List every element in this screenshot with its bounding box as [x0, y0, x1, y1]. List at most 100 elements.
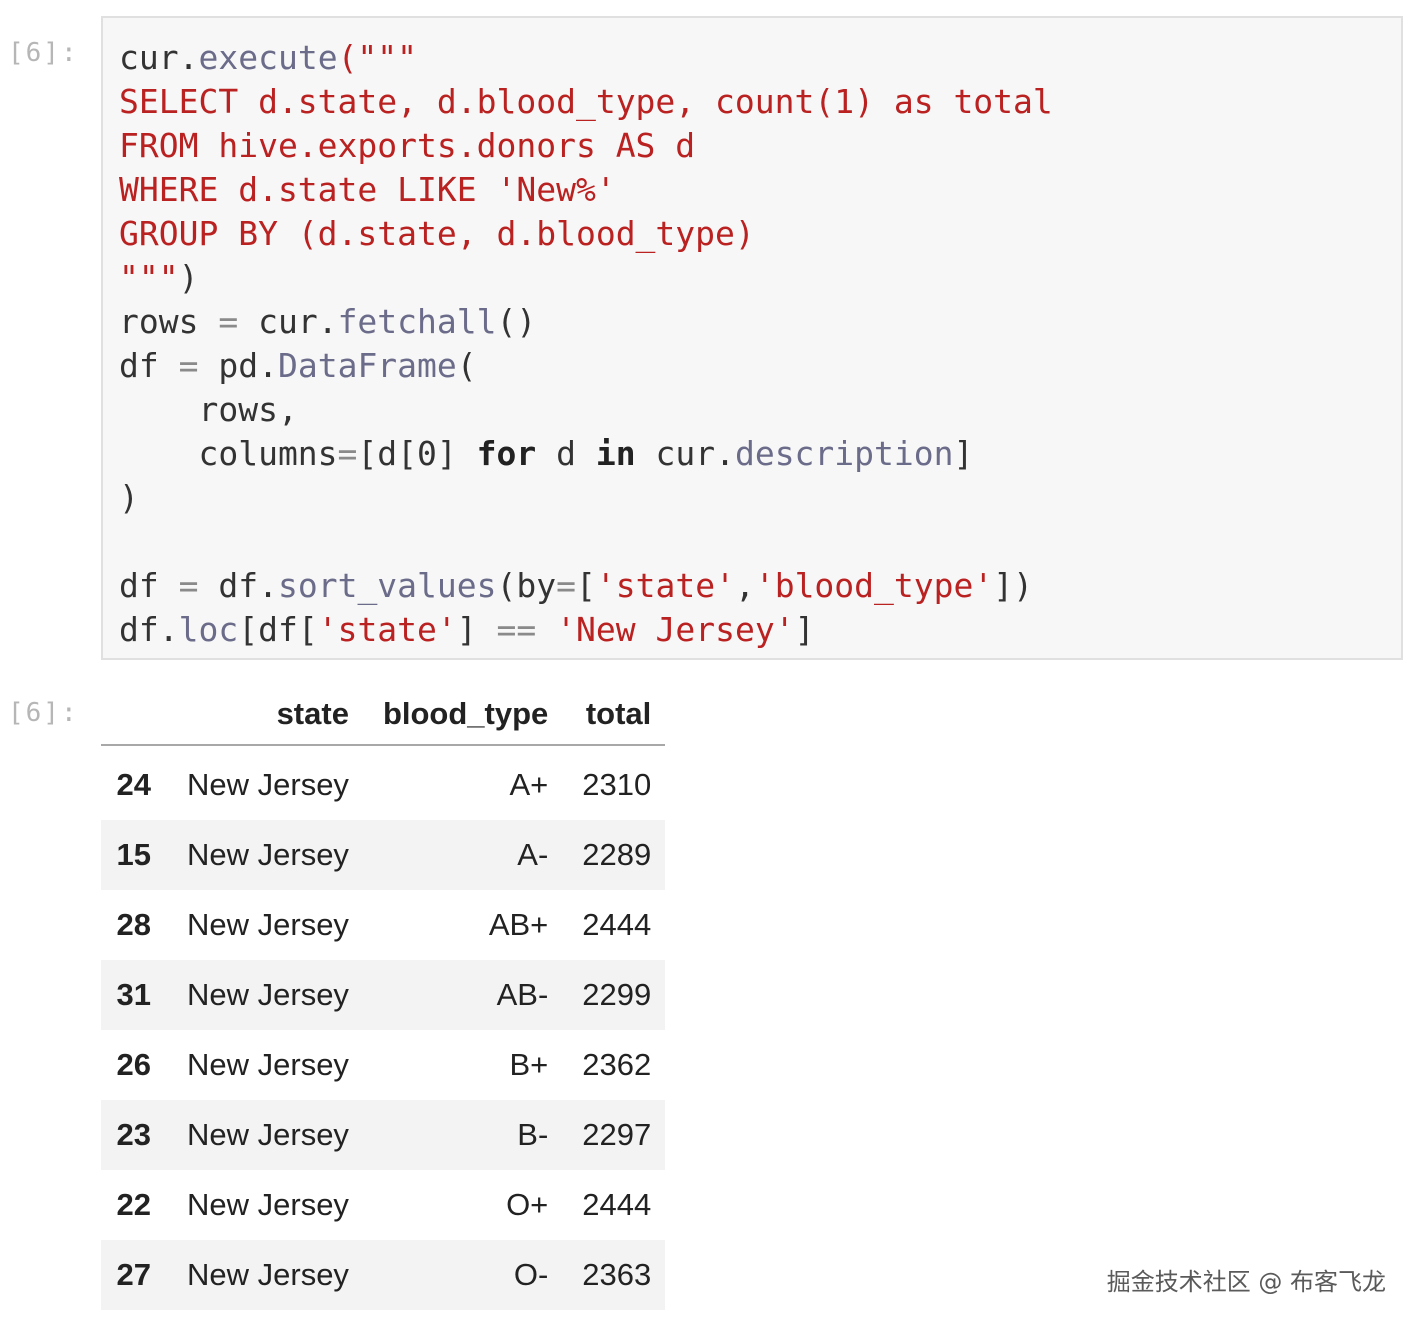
watermark: 掘金技术社区 @ 布客飞龙	[1106, 1268, 1386, 1296]
cell-state: New Jersey	[163, 960, 363, 1030]
row-index: 31	[101, 960, 163, 1030]
code-token: fetchall	[337, 302, 497, 341]
output-prompt: [6]:	[8, 698, 79, 728]
table-row: 31 New Jersey AB- 2299	[101, 960, 666, 1030]
code-line: rows = cur.fetchall()	[119, 300, 1053, 344]
table-row: 22 New Jersey O+ 2444	[101, 1170, 665, 1240]
cell-total: 2444	[582, 1187, 652, 1222]
code-token: df.	[198, 566, 278, 605]
cell-state: New Jersey	[187, 1047, 349, 1082]
code-token: df.	[119, 610, 179, 649]
code-token: ==	[496, 610, 537, 649]
code-token: cur.	[635, 434, 735, 473]
code-token: df	[119, 566, 179, 605]
code-token: (	[456, 346, 477, 385]
cell-total: 2289	[562, 820, 666, 890]
code-token: rows,	[119, 390, 298, 429]
code-token: df	[119, 346, 179, 385]
code-token: pd.	[198, 346, 278, 385]
code-token: [d[0]	[357, 434, 477, 473]
cell-state: New Jersey	[163, 820, 363, 890]
row-index: 23	[101, 1100, 163, 1170]
code-editor[interactable]: cur.execute(""" SELECT d.state, d.blood_t…	[119, 36, 1053, 652]
code-line: rows,	[119, 388, 1053, 432]
table-row: 28 New Jersey AB+ 2444	[101, 890, 665, 960]
code-token: sort_values	[277, 566, 497, 605]
code-token: loc	[178, 610, 239, 649]
dataframe-output: state blood_type total 24 New Jersey A+ 231…	[101, 684, 666, 1310]
code-token: FROM hive.exports.donors AS d	[119, 126, 696, 165]
table-row: 24 New Jersey A+ 2310	[101, 745, 665, 820]
table-row: 23 New Jersey B- 2297	[101, 1100, 666, 1170]
code-token: 'state'	[317, 610, 457, 649]
code-token: =	[337, 434, 358, 473]
code-line: df = df.sort_values(by=['state','blood_t…	[119, 564, 1053, 608]
cell-blood-type: O-	[362, 1240, 563, 1310]
cell-blood-type: B+	[509, 1047, 549, 1082]
code-token: ,	[734, 566, 755, 605]
code-line: FROM hive.exports.donors AS d	[119, 124, 1053, 168]
code-token: (by	[496, 566, 557, 605]
cell-total: 2362	[582, 1047, 652, 1082]
cell-blood-type: O+	[506, 1187, 549, 1222]
code-token: DataFrame	[277, 346, 457, 385]
cell-blood-type: A-	[362, 820, 563, 890]
cell-state: New Jersey	[187, 767, 349, 802]
row-index: 27	[101, 1240, 163, 1310]
code-token: cur.	[238, 302, 338, 341]
cell-total: 2363	[562, 1240, 666, 1310]
code-token: d	[536, 434, 596, 473]
code-line: )	[119, 476, 1053, 520]
code-token: for	[476, 434, 537, 473]
row-index: 15	[101, 820, 163, 890]
code-line: df = pd.DataFrame(	[119, 344, 1053, 388]
code-token: cur.	[119, 38, 199, 77]
code-token: )	[178, 258, 199, 297]
code-token: ]	[953, 434, 974, 473]
code-token: ()	[496, 302, 537, 341]
code-token: execute	[198, 38, 338, 77]
code-token: [df[	[238, 610, 318, 649]
row-index: 26	[116, 1047, 151, 1082]
code-token: rows	[119, 302, 219, 341]
code-token: columns	[119, 434, 338, 473]
row-index: 28	[116, 907, 151, 942]
code-token: ])	[993, 566, 1033, 605]
code-token: ]	[456, 610, 497, 649]
cell-blood-type: AB+	[488, 907, 549, 942]
cell-blood-type: AB-	[362, 960, 563, 1030]
cell-total: 2297	[562, 1100, 666, 1170]
code-token: 'blood_type'	[754, 566, 994, 605]
cell-blood-type: A+	[509, 767, 549, 802]
code-token: GROUP BY (d.state, d.blood_type)	[119, 214, 755, 253]
cell-state: New Jersey	[163, 1240, 363, 1310]
cell-state: New Jersey	[187, 1187, 349, 1222]
cell-total: 2444	[582, 907, 652, 942]
code-line: columns=[d[0] for d in cur.description]	[119, 432, 1053, 476]
code-line: SELECT d.state, d.blood_type, count(1) a…	[119, 80, 1053, 124]
code-token: =	[178, 346, 199, 385]
code-line: GROUP BY (d.state, d.blood_type)	[119, 212, 1053, 256]
code-token: 'state'	[595, 566, 735, 605]
table-row: 26 New Jersey B+ 2362	[101, 1030, 665, 1100]
code-token: WHERE d.state LIKE 'New%'	[119, 170, 616, 209]
code-token: =	[178, 566, 199, 605]
code-token: SELECT d.state, d.blood_type, count(1) a…	[119, 82, 1053, 121]
index-header	[101, 684, 163, 746]
code-cell[interactable]: cur.execute(""" SELECT d.state, d.blood_t…	[101, 16, 1403, 660]
code-token: ]	[794, 610, 815, 649]
code-line: """)	[119, 256, 1053, 300]
code-line: cur.execute("""	[119, 36, 1053, 80]
cell-blood-type: B-	[362, 1100, 563, 1170]
cell-total: 2310	[582, 767, 652, 802]
cell-total: 2299	[562, 960, 666, 1030]
code-token: =	[556, 566, 576, 605]
column-header-total: total	[562, 684, 666, 746]
code-line: df.loc[df['state'] == 'New Jersey']	[119, 608, 1053, 652]
code-token: in	[595, 434, 636, 473]
code-token: description	[734, 434, 954, 473]
input-prompt: [6]:	[8, 38, 79, 68]
table-row: 27 New Jersey O- 2363	[101, 1240, 666, 1310]
column-header-blood-type: blood_type	[362, 684, 563, 746]
